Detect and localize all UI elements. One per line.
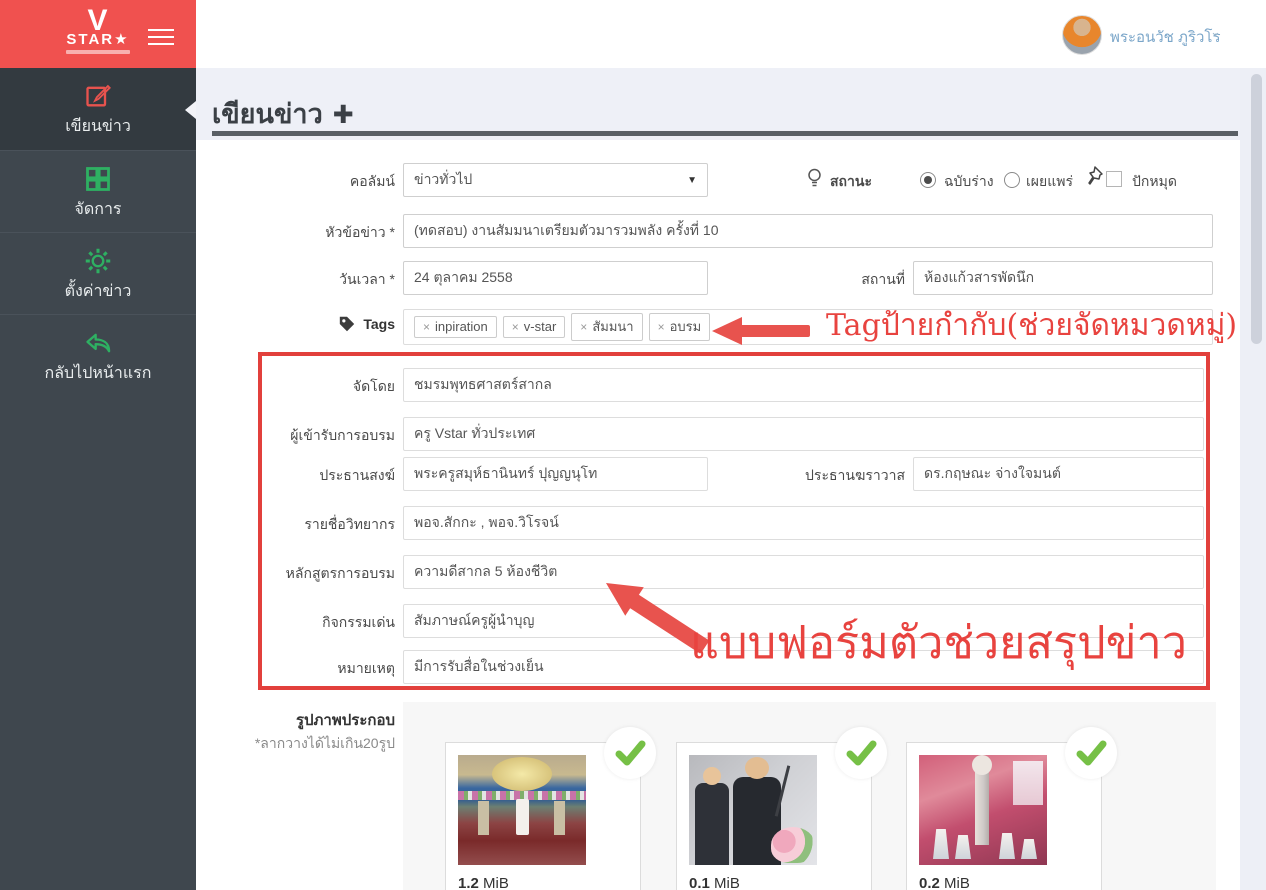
highlight-label: กิจกรรมเด่น: [215, 612, 395, 634]
tag-chip[interactable]: ×inpiration: [414, 316, 497, 338]
close-icon: ×: [512, 320, 519, 334]
grid-icon: [0, 165, 196, 195]
check-icon: [604, 727, 656, 779]
radio-publish-label: เผยแพร่: [1026, 171, 1073, 193]
lay-chair-input[interactable]: ดร.กฤษณะ จ่างใจมนต์: [913, 457, 1204, 491]
title-underline: [212, 131, 1238, 136]
status-label: สถานะ: [830, 171, 872, 193]
photo-stage-ceremony: [458, 755, 586, 865]
organizer-input[interactable]: ชมรมพุทธศาสตร์สากล: [403, 368, 1204, 402]
edit-icon: [0, 82, 196, 112]
plus-icon: ✚: [333, 101, 354, 129]
course-input[interactable]: ความดีสากล 5 ห้องชีวิต: [403, 555, 1204, 589]
sidebar-item-label: เขียนข่าว: [0, 114, 196, 139]
radio-publish[interactable]: [1004, 172, 1020, 188]
sidebar-item-news-settings[interactable]: ตั้งค่าข่าว: [0, 232, 196, 315]
sidebar-item-label: ตั้งค่าข่าว: [0, 279, 196, 304]
sidebar-item-label: กลับไปหน้าแรก: [0, 361, 196, 386]
sidebar-item-back-home[interactable]: กลับไปหน้าแรก: [0, 314, 196, 397]
close-icon: ×: [580, 320, 587, 334]
images-hint: *ลากวางได้ไม่เกิน20รูป: [215, 733, 395, 755]
selected-badge: [1065, 727, 1117, 779]
pin-checkbox[interactable]: [1106, 171, 1122, 187]
sidebar-item-write-news[interactable]: เขียนข่าว: [0, 68, 196, 150]
annotation-tags-note: Tagป้ายกำกับ(ช่วยจัดหมวดหมู่): [826, 302, 1237, 349]
attendees-input[interactable]: ครู Vstar ทั่วประเทศ: [403, 417, 1204, 451]
file-size: 0.1 MiB: [689, 875, 740, 890]
app-window: V STAR★ เขียนข่าว จัดการ: [0, 0, 1266, 890]
back-arrow-icon: [0, 329, 196, 359]
lightbulb-icon: [806, 167, 823, 191]
datetime-input[interactable]: 24 ตุลาคม 2558: [403, 261, 708, 295]
select-caret-icon: ▼: [687, 175, 697, 186]
vstar-logo: V STAR★: [58, 6, 138, 54]
location-label: สถานที่: [785, 269, 905, 291]
page-title: เขียนข่าว✚: [212, 92, 354, 135]
tag-chip[interactable]: ×สัมมนา: [571, 313, 642, 341]
pin-icon: [1084, 165, 1104, 187]
username[interactable]: พระอนวัช ภูริวโร: [1110, 25, 1221, 49]
photo-trophies: [919, 755, 1047, 865]
speakers-label: รายชื่อวิทยากร: [215, 514, 395, 536]
check-icon: [1065, 727, 1117, 779]
column-select[interactable]: ข่าวทั่วไป ▼: [403, 163, 708, 197]
annotation-form-note: แบบฟอร์มตัวช่วยสรุปข่าว: [690, 606, 1187, 678]
topbar: พระอนวัช ภูริวโร ⌄: [196, 0, 1266, 69]
images-label: รูปภาพประกอบ: [215, 708, 395, 732]
sidebar: V STAR★ เขียนข่าว จัดการ: [0, 0, 196, 890]
note-label: หมายเหตุ: [215, 658, 395, 680]
selected-badge: [835, 727, 887, 779]
image-card[interactable]: 0.1 MiB คำบรรยาย: [676, 742, 872, 890]
selected-badge: [604, 727, 656, 779]
column-label: คอลัมน์: [215, 171, 395, 193]
location-input[interactable]: ห้องแก้วสารพัดนึก: [913, 261, 1213, 295]
monk-chair-label: ประธานสงฆ์: [215, 465, 395, 487]
user-avatar[interactable]: [1062, 15, 1102, 55]
speakers-input[interactable]: พอจ.สักกะ , พอจ.วิโรจน์: [403, 506, 1204, 540]
file-size: 1.2 MiB: [458, 875, 509, 890]
close-icon: ×: [423, 320, 430, 334]
attendees-label: ผู้เข้ารับการอบรม: [215, 425, 395, 447]
tag-chip[interactable]: ×v-star: [503, 316, 566, 338]
course-label: หลักสูตรการอบรม: [215, 563, 395, 585]
logo-word: STAR★: [58, 32, 138, 47]
headline-input[interactable]: (ทดสอบ) งานสัมมนาเตรียมตัวมารวมพลัง ครั้…: [403, 214, 1213, 248]
active-item-notch: [185, 101, 196, 119]
photo-podium-speech: [689, 755, 817, 865]
image-card[interactable]: 0.2 MiB คำบรรยาย: [906, 742, 1102, 890]
logo-tagline: [66, 50, 130, 54]
tag-icon: [338, 315, 356, 333]
sidebar-item-label: จัดการ: [0, 197, 196, 222]
scrollbar-thumb[interactable]: [1251, 74, 1262, 344]
datetime-label: วันเวลา *: [215, 269, 395, 291]
lay-chair-label: ประธานฆราวาส: [785, 465, 905, 487]
sidebar-header: V STAR★: [0, 0, 196, 68]
chevron-down-icon[interactable]: ⌄: [1210, 24, 1221, 40]
hamburger-menu-icon[interactable]: [148, 24, 174, 50]
radio-draft[interactable]: [920, 172, 936, 188]
sidebar-item-manage[interactable]: จัดการ: [0, 150, 196, 233]
organizer-label: จัดโดย: [215, 376, 395, 398]
file-size: 0.2 MiB: [919, 875, 970, 890]
headline-label: หัวข้อข่าว *: [215, 222, 395, 244]
monk-chair-input[interactable]: พระครูสมุห์ธานินทร์ ปุญญนุโท: [403, 457, 708, 491]
star-icon: ★: [114, 31, 129, 48]
check-icon: [835, 727, 887, 779]
radio-draft-label: ฉบับร่าง: [944, 171, 994, 193]
close-icon: ×: [658, 320, 665, 334]
gear-icon: [0, 247, 196, 277]
annotation-arrow-left: [712, 317, 812, 345]
tags-label: Tags: [360, 316, 395, 332]
pin-label: ปักหมุด: [1132, 171, 1177, 193]
image-card[interactable]: 1.2 MiB คำบรรยาย: [445, 742, 641, 890]
tag-chip[interactable]: ×อบรม: [649, 313, 711, 341]
